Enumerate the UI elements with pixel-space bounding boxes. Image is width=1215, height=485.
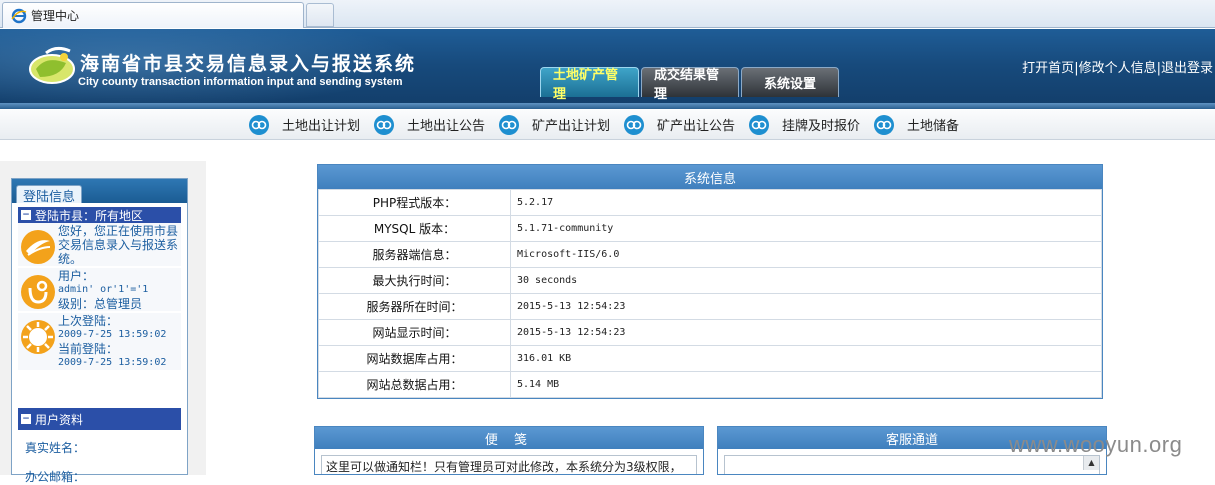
user-icon [21, 275, 55, 309]
browser-tab[interactable]: 管理中心 [2, 2, 304, 28]
subnav-label: 挂牌及时报价 [782, 119, 861, 134]
info-key: 服务器所在时间： [318, 293, 511, 320]
info-value: 2015-5-13 12:54:23 [510, 293, 1102, 320]
info-row: 网站总数据占用： 5.14 MB [318, 371, 1102, 398]
login-info-tab[interactable]: 登陆信息 [16, 185, 83, 205]
info-key: MYSQL 版本： [318, 215, 511, 242]
nav-bullet-icon [624, 114, 644, 135]
welcome-text: 您好，您正在使用市县交易信息录入与报送系统。 [58, 224, 179, 266]
info-row: 最大执行时间： 30 seconds [318, 267, 1102, 294]
current-login-label: 当前登陆： [58, 342, 119, 356]
info-key: PHP程式版本： [318, 189, 511, 216]
welcome-row: 您好，您正在使用市县交易信息录入与报送系统。 [18, 223, 181, 266]
tab-transaction-results[interactable]: 成交结果管理 [641, 67, 739, 102]
sub-nav: 土地出让计划 土地出让公告 矿产出让计划 矿产出让公告 挂牌及时报价 土地储备 [0, 110, 1215, 140]
info-key: 网站显示时间： [318, 319, 511, 346]
watermark: www.wooyun.org [1009, 432, 1183, 457]
system-info-title: 系统信息 [318, 165, 1102, 189]
user-value: admin' or'1'='1 [58, 284, 149, 295]
last-login-label: 上次登陆： [58, 314, 119, 328]
info-value: 30 seconds [510, 267, 1102, 294]
user-label: 用户： [58, 269, 95, 283]
login-info-panel: 登陆信息 − 登陆市县：所有地区 您好，您正在使用市县交易信息录入与报送系统。 … [11, 178, 188, 484]
subnav-listing-quote[interactable]: 挂牌及时报价 [748, 114, 873, 136]
subnav-label: 土地出让计划 [282, 119, 361, 134]
site-title: 海南省市县交易信息录入与报送系统 [80, 53, 417, 75]
subnav-label: 土地出让公告 [407, 119, 486, 134]
login-time-row: 上次登陆： 2009-7-25 13:59:02 当前登陆： 2009-7-25… [18, 313, 181, 370]
notes-title: 便 笺 [315, 427, 703, 449]
nav-bullet-icon [374, 114, 394, 135]
browser-tab-strip: 管理中心 [0, 0, 1215, 28]
notes-textarea[interactable]: 这里可以做通知栏！只有管理员可对此修改，本系统分为3级权限， [321, 455, 697, 474]
info-value: 316.01 KB [510, 345, 1102, 372]
main-nav-tabs: 土地矿产管理 成交结果管理 系统设置 [540, 67, 841, 102]
subnav-mineral-notice[interactable]: 矿产出让公告 [623, 114, 748, 136]
service-area[interactable]: ▲ [724, 455, 1100, 474]
link-logout[interactable]: 退出登录 [1161, 61, 1213, 76]
info-value: 2015-5-13 12:54:23 [510, 319, 1102, 346]
real-name-label: 真实姓名： [25, 441, 86, 455]
info-row: 服务器端信息： Microsoft-IIS/6.0 [318, 241, 1102, 268]
user-level: 级别：总管理员 [58, 297, 143, 311]
new-tab-button[interactable] [306, 3, 334, 27]
info-value: 5.2.17 [510, 189, 1102, 216]
scroll-up-icon[interactable]: ▲ [1083, 456, 1099, 470]
header-banner: 海南省市县交易信息录入与报送系统 City county transaction… [0, 29, 1215, 109]
subnav-land-plan[interactable]: 土地出让计划 [248, 114, 373, 136]
info-key: 网站总数据占用： [318, 371, 511, 398]
info-value: 5.14 MB [510, 371, 1102, 398]
info-key: 服务器端信息： [318, 241, 511, 268]
nav-bullet-icon [499, 114, 519, 135]
top-links: 打开首页|修改个人信息|退出登录 [1022, 61, 1213, 76]
nav-bullet-icon [874, 114, 894, 135]
current-login-value: 2009-7-25 13:59:02 [58, 357, 167, 368]
browser-tab-title: 管理中心 [31, 9, 80, 23]
system-info-table: PHP程式版本： 5.2.17 MYSQL 版本： 5.1.71-community 服… [318, 189, 1102, 398]
hainan-logo-icon [29, 46, 75, 84]
subnav-label: 矿产出让计划 [532, 119, 611, 134]
link-home[interactable]: 打开首页 [1022, 61, 1074, 76]
subnav-land-reserve[interactable]: 土地储备 [873, 114, 998, 136]
user-row: 用户： admin' or'1'='1 级别：总管理员 [18, 268, 181, 311]
info-key: 最大执行时间： [318, 267, 511, 294]
info-value: Microsoft-IIS/6.0 [510, 241, 1102, 268]
info-row: 网站数据库占用： 316.01 KB [318, 345, 1102, 372]
info-row: 网站显示时间： 2015-5-13 12:54:23 [318, 319, 1102, 346]
tab-land-mineral[interactable]: 土地矿产管理 [540, 67, 639, 102]
info-row: 服务器所在时间： 2015-5-13 12:54:23 [318, 293, 1102, 320]
nav-bullet-icon [249, 114, 269, 135]
system-info-panel: 系统信息 PHP程式版本： 5.2.17 MYSQL 版本： 5.1.71-commu… [317, 164, 1103, 399]
subnav-land-notice[interactable]: 土地出让公告 [373, 114, 498, 136]
collapse-icon[interactable]: − [21, 210, 31, 220]
info-value: 5.1.71-community [510, 215, 1102, 242]
notes-panel: 便 笺 这里可以做通知栏！只有管理员可对此修改，本系统分为3级权限， [314, 426, 704, 475]
region-bar[interactable]: − 登陆市县：所有地区 [18, 207, 181, 223]
welcome-icon [21, 230, 55, 264]
ie-icon [11, 8, 27, 23]
link-edit-profile[interactable]: 修改个人信息 [1079, 61, 1157, 76]
info-row: MYSQL 版本： 5.1.71-community [318, 215, 1102, 242]
clock-icon [21, 320, 55, 354]
office-email-label: 办公邮箱： [25, 470, 86, 484]
site-subtitle: City county transaction information inpu… [78, 76, 403, 88]
info-row: PHP程式版本： 5.2.17 [318, 189, 1102, 216]
nav-bullet-icon [749, 114, 769, 135]
tab-system-settings[interactable]: 系统设置 [741, 67, 839, 97]
collapse-icon[interactable]: − [21, 414, 31, 424]
subnav-label: 矿产出让公告 [657, 119, 736, 134]
subnav-label: 土地储备 [907, 119, 960, 134]
subnav-mineral-plan[interactable]: 矿产出让计划 [498, 114, 623, 136]
info-key: 网站数据库占用： [318, 345, 511, 372]
last-login-value: 2009-7-25 13:59:02 [58, 329, 167, 340]
profile-bar[interactable]: − 用户资料 [18, 408, 181, 430]
